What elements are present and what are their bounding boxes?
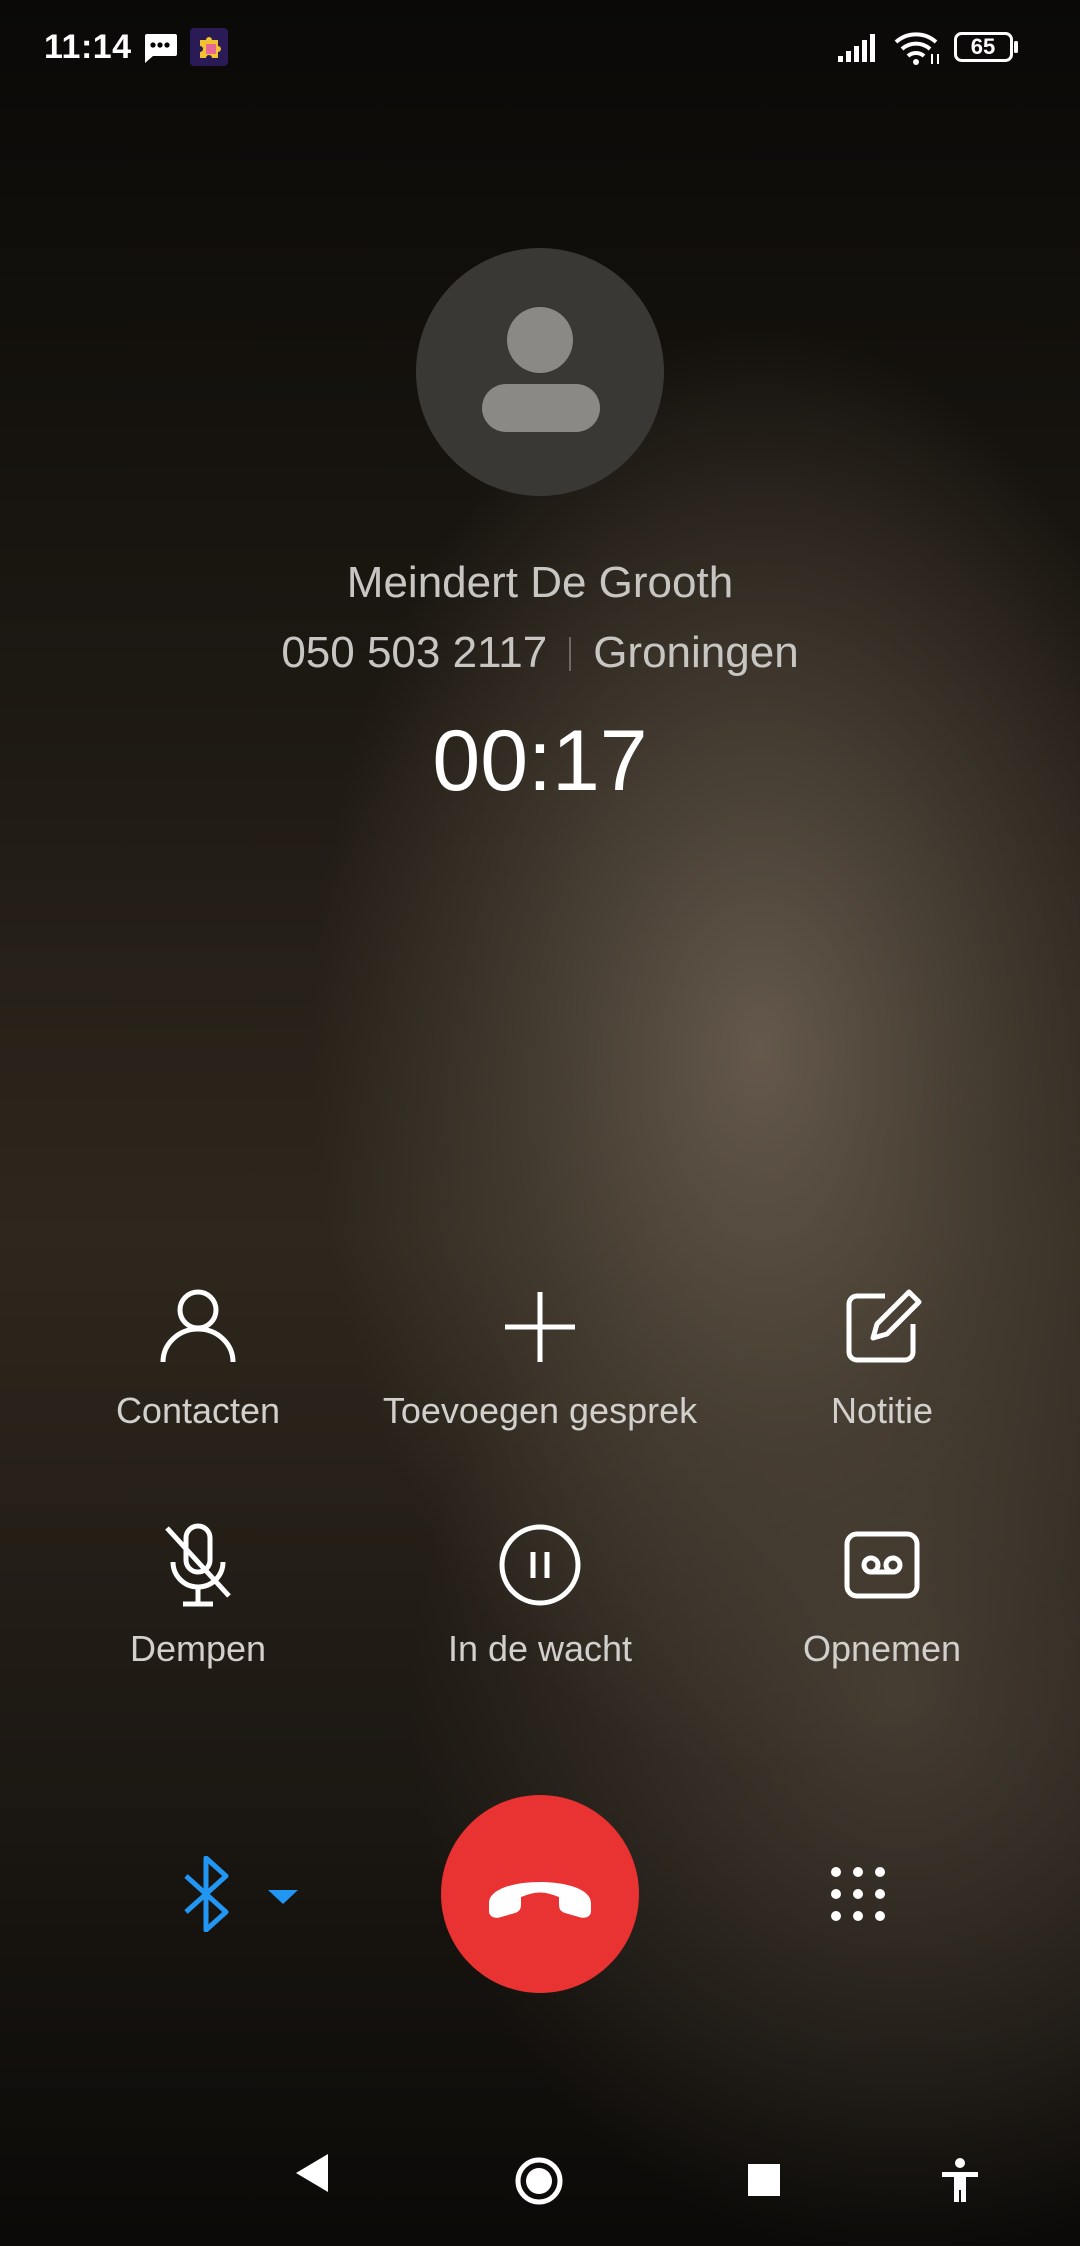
status-time: 11:14	[44, 28, 132, 66]
signal-icon	[838, 34, 875, 62]
message-icon	[145, 34, 177, 63]
recents-icon[interactable]	[748, 2164, 780, 2196]
status-bar: 11:14 65	[0, 0, 1080, 96]
chevron-down-icon	[268, 1890, 298, 1904]
person-placeholder-icon	[482, 307, 600, 432]
caller-name: Meindert De Grooth	[346, 558, 734, 607]
bluetooth-icon	[184, 1855, 298, 1933]
pause-icon	[499, 1524, 581, 1606]
record-label: Opnemen	[802, 1628, 962, 1669]
dialpad-button[interactable]	[828, 1864, 888, 1924]
battery-level: 65	[970, 34, 996, 59]
audio-route-button[interactable]	[176, 1855, 316, 1933]
mic-off-icon	[165, 1523, 231, 1607]
add-call-label: Toevoegen gesprek	[382, 1390, 698, 1431]
hold-button[interactable]: In de wacht	[360, 1520, 720, 1670]
contact-avatar	[416, 248, 664, 496]
back-icon[interactable]	[292, 2150, 332, 2196]
dialpad-icon	[831, 1867, 885, 1921]
caller-number: 050 503 2117	[281, 628, 548, 677]
wifi-icon	[894, 32, 939, 65]
cassette-icon	[844, 1531, 920, 1599]
person-icon	[160, 1289, 236, 1363]
mute-button[interactable]: Dempen	[18, 1520, 378, 1670]
caller-location: Groningen	[593, 628, 799, 677]
record-button[interactable]: Opnemen	[702, 1520, 1062, 1670]
hold-label: In de wacht	[447, 1628, 633, 1669]
accessibility-icon[interactable]	[940, 2158, 980, 2204]
plus-icon	[505, 1292, 575, 1362]
contacts-button[interactable]: Contacten	[18, 1282, 378, 1432]
note-button[interactable]: Notitie	[702, 1282, 1062, 1432]
caller-details: 050 503 2117 Groningen	[0, 628, 1080, 678]
detail-separator	[569, 637, 572, 671]
battery-icon: 65	[954, 32, 1018, 62]
contacts-label: Contacten	[115, 1390, 281, 1431]
call-duration: 00:17	[432, 713, 648, 809]
home-icon[interactable]	[514, 2156, 564, 2206]
note-label: Notitie	[830, 1390, 934, 1431]
add-call-button[interactable]: Toevoegen gesprek	[360, 1282, 720, 1432]
end-call-button[interactable]	[441, 1795, 639, 1993]
mute-label: Dempen	[129, 1628, 267, 1669]
phone-hangup-icon	[489, 1882, 591, 1918]
edit-note-icon	[846, 1289, 922, 1363]
puzzle-app-icon	[190, 28, 228, 66]
